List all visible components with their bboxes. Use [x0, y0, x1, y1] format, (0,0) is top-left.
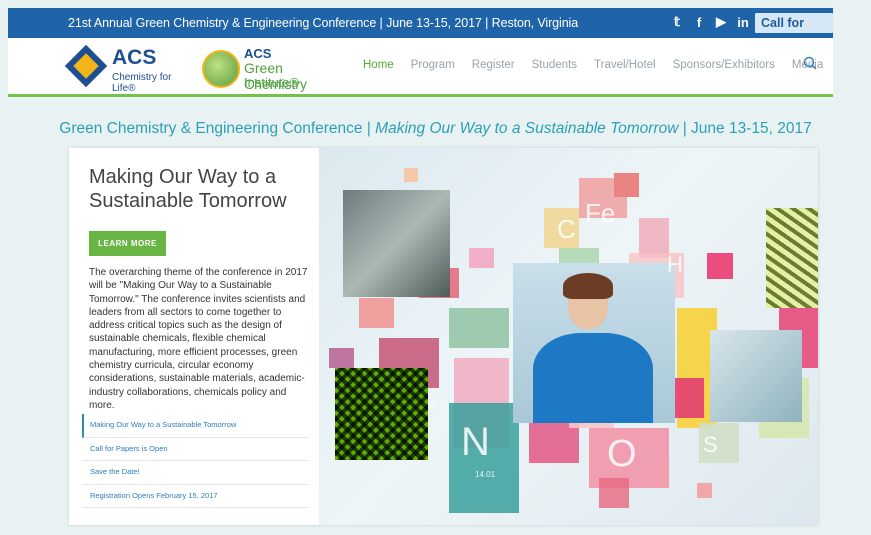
facebook-icon[interactable]: f: [693, 15, 705, 30]
nav-register[interactable]: Register: [472, 59, 515, 71]
scientist-photo: [513, 263, 675, 423]
linkedin-icon[interactable]: in: [737, 15, 749, 30]
call-for-papers-button[interactable]: Call for Papers: [755, 13, 833, 50]
acs-logo-tagline: Chemistry for Life®: [112, 72, 172, 94]
youtube-icon[interactable]: ▶: [715, 14, 727, 30]
element-number: 7: [431, 400, 438, 412]
nav-program[interactable]: Program: [411, 59, 455, 71]
gci-logo-line3: Institute®: [244, 75, 300, 90]
site-header: ACS Chemistry for Life® ACS Green Chemis…: [8, 38, 833, 97]
headline-part-1: Green Chemistry & Engineering Conference…: [59, 120, 376, 137]
feature-card: Making Our Way to a Sustainable Tomorrow…: [69, 148, 818, 525]
main-nav: Home Program Register Students Travel/Ho…: [363, 59, 840, 71]
feature-description: The overarching theme of the conference …: [89, 267, 308, 411]
twitter-icon[interactable]: 𝕥: [671, 14, 683, 30]
element-fe: Fe: [585, 198, 616, 228]
nav-home[interactable]: Home: [363, 59, 394, 71]
element-o: O: [607, 433, 637, 475]
acs-diamond-icon: [64, 44, 108, 88]
factory-photo: [343, 190, 450, 297]
link-sustainable-tomorrow[interactable]: Making Our Way to a Sustainable Tomorrow: [82, 414, 308, 438]
feature-links: Making Our Way to a Sustainable Tomorrow…: [82, 414, 308, 508]
learn-more-button[interactable]: LEARN MORE: [89, 231, 166, 256]
page-headline: Green Chemistry & Engineering Conference…: [0, 120, 871, 138]
social-links: 𝕥 f ▶ in: [671, 14, 749, 30]
link-registration-opens[interactable]: Registration Opens February 15, 2017: [82, 485, 308, 508]
gci-logo-line1: ACS: [244, 46, 272, 61]
element-n: N: [461, 420, 490, 464]
conference-tagline: 21st Annual Green Chemistry & Engineerin…: [68, 16, 579, 30]
nav-sponsors-exhibitors[interactable]: Sponsors/Exhibitors: [673, 59, 775, 71]
feature-panel: Making Our Way to a Sustainable Tomorrow…: [69, 148, 319, 525]
element-h: H: [667, 252, 683, 277]
nav-travel-hotel[interactable]: Travel/Hotel: [594, 59, 656, 71]
globe-icon: [202, 50, 240, 88]
gci-logo[interactable]: ACS Green Chemistry Institute®: [202, 46, 342, 92]
headline-dates: | June 13-15, 2017: [678, 120, 812, 137]
headline-theme: Making Our Way to a Sustainable Tomorrow: [375, 120, 679, 137]
link-call-for-papers[interactable]: Call for Papers is Open: [82, 438, 308, 461]
acs-logo[interactable]: ACS Chemistry for Life®: [64, 44, 191, 94]
element-mass: 14.01: [475, 470, 496, 479]
feature-title: Making Our Way to a Sustainable Tomorrow: [89, 166, 287, 212]
element-s: S: [703, 432, 718, 457]
solar-rack-photo: [766, 208, 818, 308]
link-save-the-date[interactable]: Save the Date!: [82, 461, 308, 485]
green-lattice-photo: [335, 368, 428, 460]
nav-students[interactable]: Students: [532, 59, 577, 71]
hero-image: Fe C H N O S 7 14.01: [319, 148, 818, 525]
top-bar: 21st Annual Green Chemistry & Engineerin…: [8, 8, 833, 50]
element-c: C: [557, 214, 576, 244]
search-icon[interactable]: [803, 56, 817, 70]
lab-worker-photo: [710, 330, 802, 422]
acs-logo-text: ACS: [112, 46, 157, 69]
